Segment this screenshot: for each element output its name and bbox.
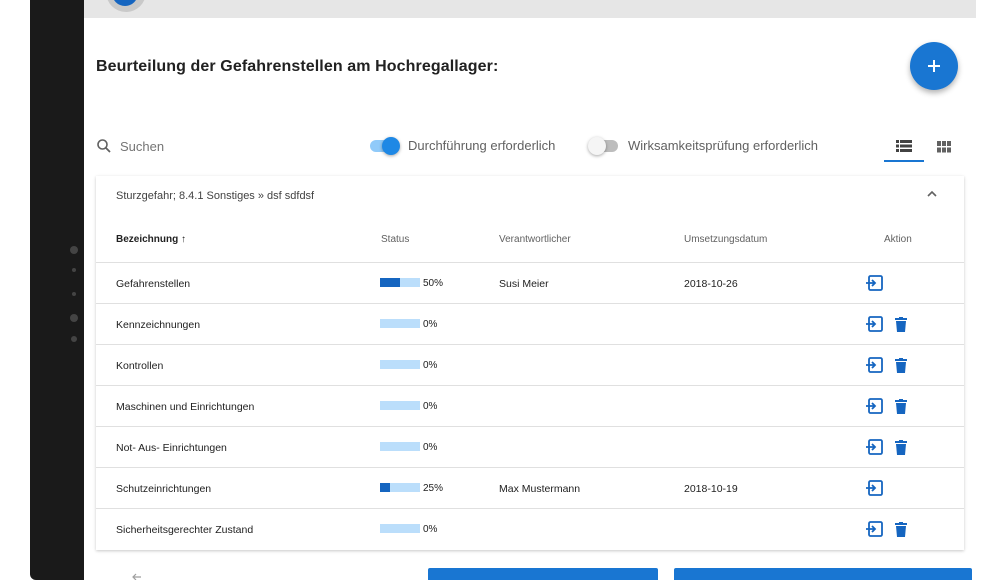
group-header: Sturzgefahr; 8.4.1 Sonstiges » dsf sdfds… [116,190,315,202]
open-measure-icon [866,398,883,414]
toggle-switch-off[interactable] [588,136,618,155]
toggle-wirksamkeit[interactable]: Wirksamkeitsprüfung erforderlich [588,136,819,155]
avatar-image [112,0,138,6]
back-link[interactable] [132,573,142,580]
trash-icon [895,398,907,414]
list-view-button[interactable] [884,132,924,162]
delete-button[interactable] [891,437,911,457]
status-progress-bar [380,278,420,287]
open-measure-button[interactable] [864,437,884,457]
row-date: 2018-10-19 [684,483,738,495]
row-name: Schutzeinrichtungen [116,483,212,495]
open-measure-button[interactable] [864,273,884,293]
status-percent: 0% [423,524,438,535]
top-app-bar [84,0,976,18]
toggle-switch-on[interactable] [370,136,400,155]
row-owner: Susi Meier [499,278,549,290]
app-screen: Beurteilung der Gefahrenstellen am Hochr… [84,0,976,580]
column-header-status[interactable]: Status [381,234,409,245]
open-measure-icon [866,439,883,455]
table-row[interactable]: Sicherheitsgerechter Zustand 0% [96,508,964,549]
tablet-frame: Beurteilung der Gefahrenstellen am Hochr… [30,0,976,580]
row-name: Kontrollen [116,360,164,372]
row-date: 2018-10-26 [684,278,738,290]
delete-button[interactable] [891,519,911,539]
add-button[interactable] [910,42,958,90]
sensor-dot [72,292,76,296]
chevron-up-icon[interactable] [926,188,938,200]
table-row[interactable]: Not- Aus- Einrichtungen 0% [96,426,964,467]
camera-dot [70,246,78,254]
plus-icon [928,60,940,72]
trash-icon [895,439,907,455]
status-percent: 0% [423,401,438,412]
open-measure-button[interactable] [864,355,884,375]
list-icon [896,140,912,152]
toggle-knob [588,136,606,155]
table-row[interactable]: Kennzeichnungen 0% [96,303,964,344]
status-progress-bar [380,442,420,451]
column-header-date[interactable]: Umsetzungsdatum [684,234,767,245]
toggle-durchfuehrung[interactable]: Durchführung erforderlich [370,136,556,155]
row-name: Gefahrenstellen [116,278,191,290]
row-owner: Max Mustermann [499,483,581,495]
status-percent: 50% [423,278,444,289]
grid-view-button[interactable] [924,132,964,162]
progress-fill [380,278,400,287]
open-measure-button[interactable] [864,396,884,416]
toggle-label: Durchführung erforderlich [408,138,556,153]
status-progress-bar [380,483,420,492]
table-row[interactable]: Schutzeinrichtungen 25% Max Mustermann 2018… [96,467,964,508]
column-header-name[interactable]: Bezeichnung ↑ [116,234,186,245]
row-name: Maschinen und Einrichtungen [116,401,255,413]
camera-dot [70,314,78,322]
search-input[interactable] [120,138,260,154]
open-measure-icon [866,480,883,496]
table-row[interactable]: Maschinen und Einrichtungen 0% [96,385,964,426]
status-progress-bar [380,360,420,369]
page-background [0,0,30,580]
avatar[interactable] [106,0,146,12]
status-progress-bar [380,401,420,410]
row-name: Kennzeichnungen [116,319,201,331]
open-measure-button[interactable] [864,519,884,539]
trash-icon [895,316,907,332]
delete-button[interactable] [891,314,911,334]
column-header-owner[interactable]: Verantwortlicher [499,234,571,245]
open-measure-button[interactable] [864,314,884,334]
table-row[interactable]: Gefahrenstellen 50% Susi Meier 2018-10-26 [96,262,964,303]
column-header-action: Aktion [884,234,912,245]
arrow-left-icon [132,573,141,580]
open-measure-icon [866,357,883,373]
submit-button[interactable] [674,568,972,580]
search-bar [96,138,260,154]
open-measure-icon [866,316,883,332]
status-percent: 0% [423,442,438,453]
toggle-label: Wirksamkeitsprüfung erforderlich [628,138,819,153]
delete-button[interactable] [891,396,911,416]
measures-card: Sturzgefahr; 8.4.1 Sonstiges » dsf sdfds… [96,176,964,550]
sign-button[interactable] [428,568,658,580]
open-measure-icon [866,521,883,537]
status-percent: 25% [423,483,444,494]
search-icon [97,139,111,153]
sensor-dot [72,268,76,272]
open-measure-button[interactable] [864,478,884,498]
delete-button[interactable] [891,355,911,375]
status-progress-bar [380,524,420,533]
sensor-dot [71,336,77,342]
row-name: Sicherheitsgerechter Zustand [116,524,254,536]
status-progress-bar [380,319,420,328]
progress-fill [380,483,390,492]
table-row[interactable]: Kontrollen 0% [96,344,964,385]
open-measure-icon [866,275,883,291]
page-title: Beurteilung der Gefahrenstellen am Hochr… [96,58,499,75]
trash-icon [895,357,907,373]
status-percent: 0% [423,360,438,371]
toggle-knob [382,136,400,155]
trash-icon [895,521,907,537]
row-name: Not- Aus- Einrichtungen [116,442,227,454]
status-percent: 0% [423,319,438,330]
grid-icon [937,141,951,153]
